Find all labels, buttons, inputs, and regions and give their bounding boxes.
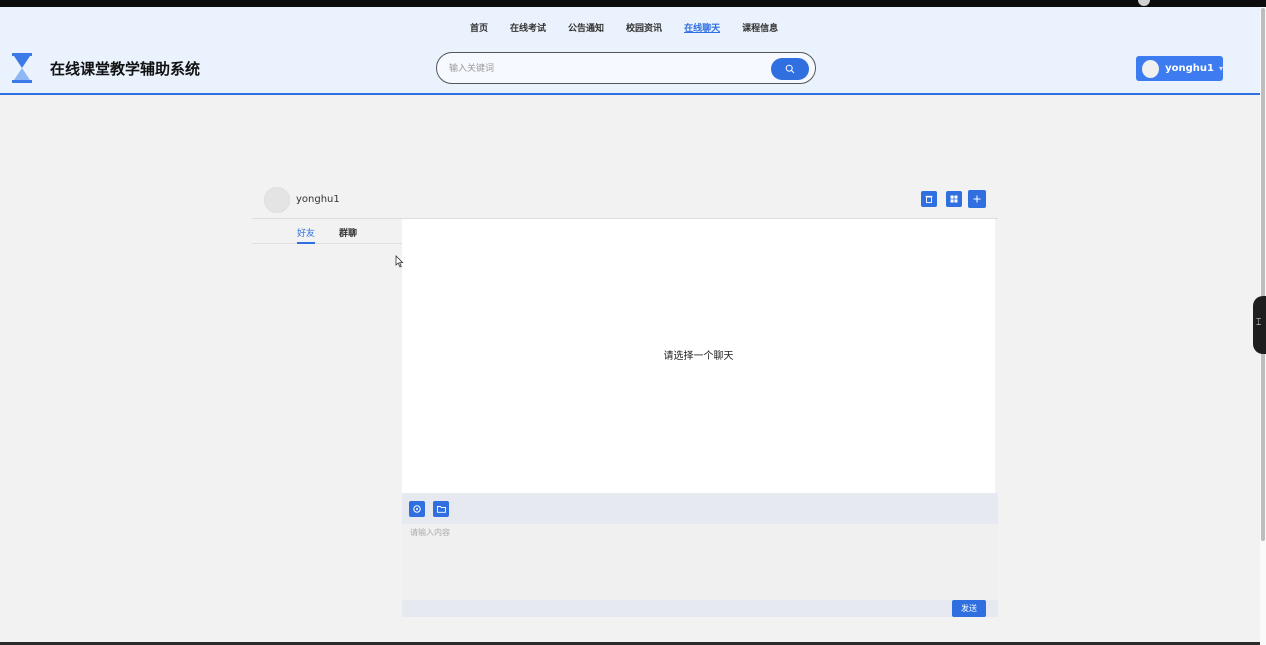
folder-icon xyxy=(436,506,446,513)
composer-footer xyxy=(402,600,998,617)
mouse-cursor-icon xyxy=(395,255,404,268)
composer-toolbar xyxy=(402,493,998,524)
user-menu-name: yonghu1 xyxy=(1165,63,1214,74)
chat-message-panel: 请选择一个聊天 xyxy=(402,219,995,493)
message-input[interactable] xyxy=(410,527,990,597)
trash-icon xyxy=(925,195,933,203)
file-button[interactable] xyxy=(433,501,449,517)
grid-view-button[interactable] xyxy=(946,191,962,207)
grid-icon xyxy=(950,195,958,203)
nav-online-exam[interactable]: 在线考试 xyxy=(510,21,546,34)
nav-announcements[interactable]: 公告通知 xyxy=(568,21,604,34)
tab-friends[interactable]: 好友 xyxy=(297,226,315,239)
send-button[interactable]: 发送 xyxy=(952,600,986,617)
search-input[interactable] xyxy=(449,60,749,78)
active-tab-indicator xyxy=(297,242,315,244)
chat-tabs: 好友 群聊 xyxy=(252,219,402,244)
side-handle-icon: ⌶ xyxy=(1256,318,1262,328)
page-scrollbar-thumb[interactable] xyxy=(1261,8,1265,541)
delete-button[interactable] xyxy=(921,191,937,207)
plus-icon xyxy=(973,195,981,203)
emoji-icon xyxy=(413,505,421,513)
hourglass-icon xyxy=(12,53,32,83)
search-button[interactable] xyxy=(771,58,809,80)
emoji-button[interactable] xyxy=(409,501,425,517)
chevron-down-icon: ▾ xyxy=(1218,64,1223,73)
message-composer: 发送 xyxy=(402,493,998,617)
nav-course-info[interactable]: 课程信息 xyxy=(742,21,778,34)
tab-groups[interactable]: 群聊 xyxy=(339,226,357,239)
empty-chat-message: 请选择一个聊天 xyxy=(663,351,734,362)
add-button[interactable] xyxy=(968,190,986,208)
nav-campus-news[interactable]: 校园资讯 xyxy=(626,21,662,34)
avatar xyxy=(1142,59,1160,78)
avatar xyxy=(264,187,290,213)
main-nav: 首页 在线考试 公告通知 校园资讯 在线聊天 课程信息 xyxy=(470,21,778,34)
user-menu-button[interactable]: yonghu1 ▾ xyxy=(1136,56,1223,81)
side-drawer-handle[interactable]: ⌶ xyxy=(1253,296,1266,354)
current-user-name: yonghu1 xyxy=(296,194,340,205)
screen-top-edge xyxy=(0,0,1266,7)
search-bar xyxy=(436,52,816,84)
nav-online-chat[interactable]: 在线聊天 xyxy=(684,21,720,34)
site-title[interactable]: 在线课堂教学辅助系统 xyxy=(50,58,200,79)
chat-header: yonghu1 xyxy=(252,183,998,219)
site-header: 首页 在线考试 公告通知 校园资讯 在线聊天 课程信息 在线课堂教学辅助系统 y… xyxy=(0,7,1260,95)
nav-home[interactable]: 首页 xyxy=(470,21,488,34)
search-icon xyxy=(785,64,795,74)
